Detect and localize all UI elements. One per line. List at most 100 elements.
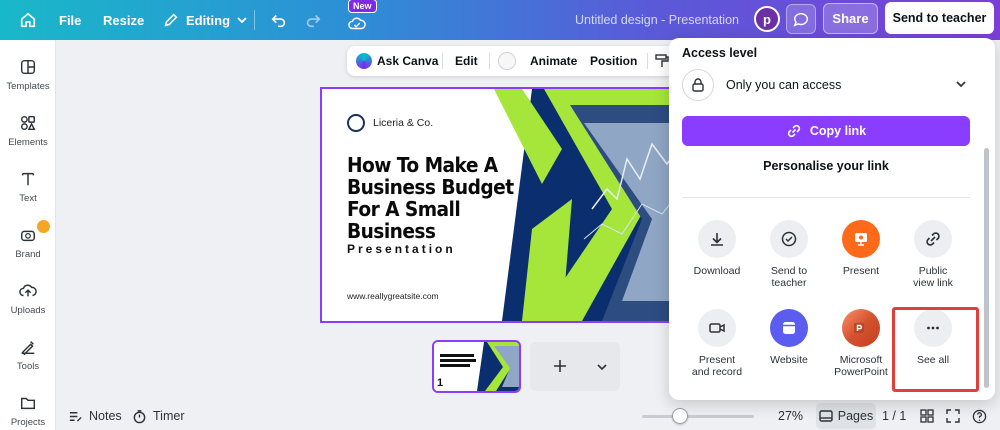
option-label: Send to teacher [770,265,808,289]
sidebar-item-label: Uploads [10,305,46,316]
access-level-select[interactable]: Only you can access [682,68,970,102]
undo-icon [271,14,286,28]
link-icon [787,124,800,138]
paint-roller-icon [655,54,669,67]
document-title[interactable]: Untitled design - Presentation [575,0,739,40]
zoom-slider-track[interactable] [642,415,754,418]
avatar[interactable]: p [754,6,780,32]
save-status-button[interactable] [348,4,366,44]
send-to-teacher-button[interactable]: Send to teacher [885,2,994,34]
copy-link-label: Copy link [809,124,867,138]
powerpoint-icon [854,323,864,333]
pages-button[interactable]: Pages [816,403,876,429]
check-circle-icon [781,231,797,247]
zoom-level[interactable]: 27% [778,402,803,430]
option-icon-circle [770,309,808,347]
notes-button[interactable]: Notes [68,402,122,430]
option-icon-circle [842,220,880,258]
top-bar: File Resize Editing New Untitled design … [0,0,1000,40]
text-icon [21,172,35,186]
sidebar-item-label: Projects [10,417,46,428]
sidebar-item-tools[interactable]: Tools [0,332,56,382]
home-button[interactable] [19,0,37,40]
option-present[interactable]: Present [823,220,899,277]
sidebar-item-label: Text [19,193,37,204]
link-icon [926,232,940,246]
elements-icon [20,115,36,131]
ask-canva-button[interactable]: Ask Canva [356,46,438,76]
edit-button[interactable]: Edit [455,46,478,76]
see-all-highlight [892,307,979,392]
slide-brand-name: Liceria & Co. [373,117,434,129]
sidebar-item-projects[interactable]: Projects [0,388,56,430]
file-menu[interactable]: File [59,0,81,40]
chevron-down-icon [597,364,607,371]
color-swatch[interactable] [498,52,516,70]
page-count-value: 1 / 1 [882,409,907,423]
lock-icon-wrap [682,69,714,101]
panel-scrollbar[interactable] [984,148,989,388]
camera-icon [709,323,725,333]
option-icon-circle [770,220,808,258]
undo-button[interactable] [270,0,288,40]
timer-icon [133,409,146,423]
animate-button[interactable]: Animate [530,46,577,76]
option-label: Public view link [913,265,953,289]
help-button[interactable] [972,402,987,430]
resize-label: Resize [103,12,145,28]
zoom-value: 27% [778,409,804,423]
slide-canvas[interactable]: Liceria & Co. How To Make A Business Bud… [320,87,680,323]
present-icon [855,233,867,246]
sidebar-item-uploads[interactable]: Uploads [0,276,56,326]
option-icon-circle [914,220,952,258]
page-thumbnail[interactable]: 1 [432,340,521,393]
editing-label: Editing [186,12,231,28]
divider [254,10,255,30]
option-website[interactable]: Website [751,309,827,366]
edit-label: Edit [455,54,478,68]
lock-icon [692,78,704,92]
share-button[interactable]: Share [823,3,878,34]
sidebar-item-templates[interactable]: Templates [0,52,56,102]
thumbnail-graphic [434,342,519,391]
comment-button[interactable] [786,4,816,34]
cloud-check-icon [348,17,366,30]
sidebar-item-label: Elements [8,137,48,148]
uploads-icon [19,284,37,297]
timer-label: Timer [153,409,185,423]
position-label: Position [590,54,638,68]
divider [647,53,648,69]
pencil-icon [164,13,178,27]
plus-icon [554,360,566,372]
slide-brand: Liceria & Co. [347,114,433,132]
sidebar-item-brand[interactable]: Brand [0,220,56,270]
option-label: Present [842,265,880,277]
editing-menu[interactable]: Editing [162,0,248,40]
timer-button[interactable]: Timer [132,402,184,430]
option-download[interactable]: Download [679,220,755,277]
templates-icon [20,59,36,75]
option-microsoft-powerpoint[interactable]: Microsoft PowerPoint [823,309,899,378]
page-number: 1 [437,377,444,389]
brand-icon [20,230,36,242]
option-present-and-record[interactable]: Present and record [679,309,755,378]
pages-label: Pages [837,409,874,423]
paint-format-button[interactable] [655,46,669,76]
fullscreen-button[interactable] [946,402,960,430]
option-public-view-link[interactable]: Public view link [895,220,971,289]
projects-icon [20,397,36,410]
file-label: File [59,12,82,28]
slide-url: www.reallygreatsite.com [347,291,439,301]
redo-button[interactable] [304,0,322,40]
add-page-button[interactable] [530,342,620,391]
position-button[interactable]: Position [590,46,637,76]
grid-view-button[interactable] [920,402,934,430]
option-send-to-teacher[interactable]: Send to teacher [751,220,827,289]
copy-link-button[interactable]: Copy link [682,116,970,146]
zoom-slider-handle[interactable] [672,408,688,424]
personalise-link-button[interactable]: Personalise your link [682,159,970,173]
sidebar-item-text[interactable]: Text [0,164,56,214]
option-icon-circle [698,220,736,258]
sidebar-item-elements[interactable]: Elements [0,108,56,158]
resize-menu[interactable]: Resize [103,0,144,40]
